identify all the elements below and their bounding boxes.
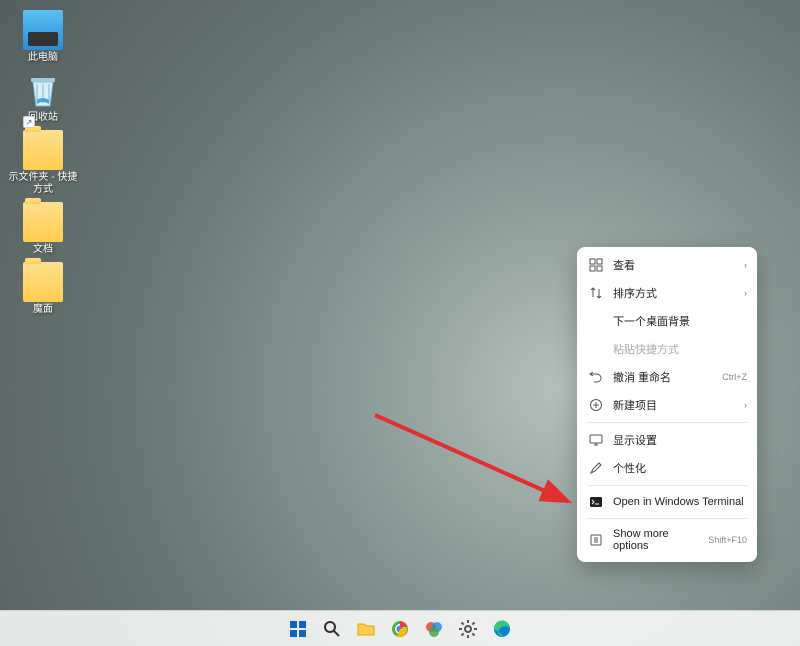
chrome-icon bbox=[390, 619, 410, 639]
blank-icon bbox=[589, 342, 603, 356]
menu-item-show-more-options[interactable]: Show more options Shift+F10 bbox=[581, 522, 753, 558]
recycle-bin-icon bbox=[23, 70, 63, 110]
menu-separator bbox=[587, 422, 747, 423]
menu-item-label: 新建项目 bbox=[613, 397, 734, 413]
desktop-icons: 此电脑 回收站 ↗ 示文件夹 - 快捷方式 文档 魔面 bbox=[8, 10, 78, 316]
icon-label: 魔面 bbox=[33, 304, 53, 316]
desktop-icon-documents[interactable]: 文档 bbox=[8, 202, 78, 256]
menu-item-new[interactable]: 新建项目 › bbox=[581, 391, 753, 419]
taskbar-colors-button[interactable] bbox=[421, 616, 447, 642]
menu-item-next-background[interactable]: 下一个桌面背景 bbox=[581, 307, 753, 335]
taskbar-explorer-button[interactable] bbox=[353, 616, 379, 642]
sort-icon bbox=[589, 286, 603, 300]
display-icon bbox=[589, 433, 603, 447]
menu-item-label: 粘贴快捷方式 bbox=[613, 341, 747, 357]
icon-label: 此电脑 bbox=[28, 52, 58, 64]
taskbar bbox=[0, 610, 800, 646]
menu-item-display-settings[interactable]: 显示设置 bbox=[581, 426, 753, 454]
chevron-right-icon: › bbox=[744, 400, 747, 410]
taskbar-search-button[interactable] bbox=[319, 616, 345, 642]
personalize-icon bbox=[589, 461, 603, 475]
menu-item-label: Show more options bbox=[613, 528, 698, 552]
desktop-context-menu: 查看 › 排序方式 › 下一个桌面背景 粘贴快捷方式 撤消 重命名 Ctrl+Z… bbox=[577, 247, 757, 562]
menu-item-label: 撤消 重命名 bbox=[613, 369, 712, 385]
shortcut-arrow-icon: ↗ bbox=[23, 116, 35, 128]
menu-item-label: 查看 bbox=[613, 257, 734, 273]
desktop-icon-folder-shortcut[interactable]: ↗ 示文件夹 - 快捷方式 bbox=[8, 130, 78, 196]
search-icon bbox=[322, 619, 342, 639]
menu-separator bbox=[587, 485, 747, 486]
new-icon bbox=[589, 398, 603, 412]
terminal-icon bbox=[589, 495, 603, 509]
menu-item-label: 个性化 bbox=[613, 460, 747, 476]
menu-item-paste-shortcut: 粘贴快捷方式 bbox=[581, 335, 753, 363]
taskbar-chrome-button[interactable] bbox=[387, 616, 413, 642]
view-icon bbox=[589, 258, 603, 272]
menu-item-undo-rename[interactable]: 撤消 重命名 Ctrl+Z bbox=[581, 363, 753, 391]
menu-item-terminal[interactable]: Open in Windows Terminal bbox=[581, 489, 753, 515]
menu-item-label: 下一个桌面背景 bbox=[613, 313, 747, 329]
chevron-right-icon: › bbox=[744, 260, 747, 270]
folder-icon bbox=[23, 262, 63, 302]
menu-separator bbox=[587, 518, 747, 519]
folder-icon bbox=[23, 202, 63, 242]
colors-icon bbox=[424, 619, 444, 639]
icon-label: 示文件夹 - 快捷方式 bbox=[8, 172, 78, 196]
menu-item-view[interactable]: 查看 › bbox=[581, 251, 753, 279]
taskbar-edge-button[interactable] bbox=[489, 616, 515, 642]
chevron-right-icon: › bbox=[744, 288, 747, 298]
start-icon bbox=[288, 619, 308, 639]
menu-item-label: 排序方式 bbox=[613, 285, 734, 301]
menu-item-personalize[interactable]: 个性化 bbox=[581, 454, 753, 482]
edge-icon bbox=[492, 619, 512, 639]
folder-icon bbox=[356, 619, 376, 639]
menu-item-shortcut: Ctrl+Z bbox=[722, 372, 747, 382]
menu-item-label: Open in Windows Terminal bbox=[613, 496, 747, 508]
gear-icon bbox=[458, 619, 478, 639]
menu-item-sort[interactable]: 排序方式 › bbox=[581, 279, 753, 307]
menu-item-shortcut: Shift+F10 bbox=[708, 535, 747, 545]
taskbar-settings-button[interactable] bbox=[455, 616, 481, 642]
desktop-icon-this-pc[interactable]: 此电脑 bbox=[8, 10, 78, 64]
undo-icon bbox=[589, 370, 603, 384]
desktop-icon-recycle-bin[interactable]: 回收站 bbox=[8, 70, 78, 124]
icon-label: 文档 bbox=[33, 244, 53, 256]
desktop-icon-folder[interactable]: 魔面 bbox=[8, 262, 78, 316]
menu-item-label: 显示设置 bbox=[613, 432, 747, 448]
pc-icon bbox=[23, 10, 63, 50]
blank-icon bbox=[589, 314, 603, 328]
folder-icon bbox=[23, 130, 63, 170]
annotation-arrow bbox=[370, 410, 580, 530]
taskbar-start-button[interactable] bbox=[285, 616, 311, 642]
more-options-icon bbox=[589, 533, 603, 547]
